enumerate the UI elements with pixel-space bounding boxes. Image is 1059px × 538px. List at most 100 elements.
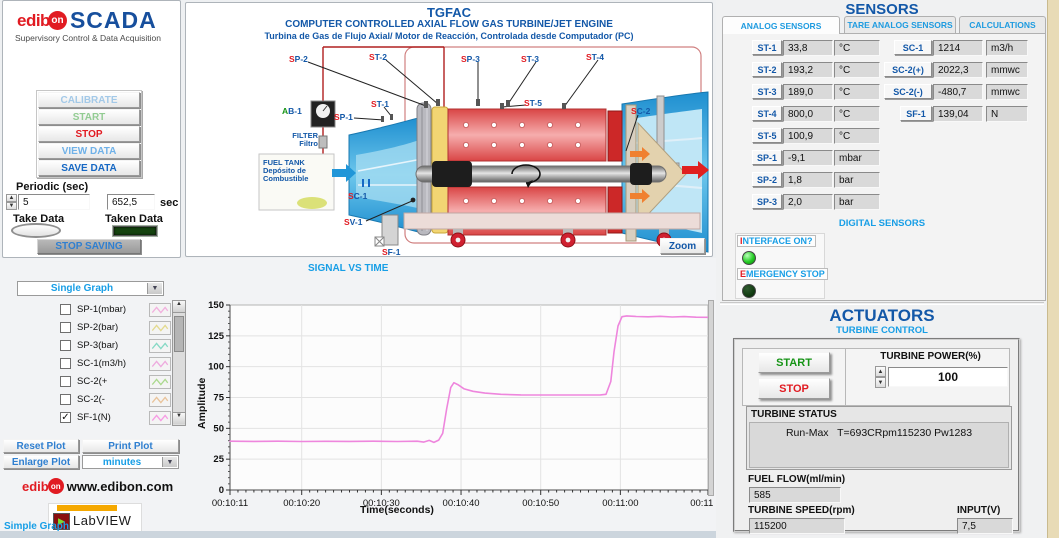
tab-analog-sensors[interactable]: ANALOG SENSORS: [722, 16, 840, 34]
legend-row-sp2: SP-2(bar): [60, 320, 171, 335]
legend-row-sc2m: SC-2(-: [60, 392, 171, 407]
legend-scrollbar[interactable]: ▲ ▼: [172, 300, 186, 426]
scroll-up-icon[interactable]: ▲: [173, 301, 185, 313]
view-data-button[interactable]: VIEW DATA: [38, 143, 140, 159]
fuel-flow-value: 585: [749, 487, 841, 503]
svg-text:00:10:50: 00:10:50: [522, 498, 559, 509]
stop-button[interactable]: STOP: [38, 126, 140, 142]
logo-tagline: Supervisory Control & Data Acquisition: [15, 33, 161, 43]
legend-label-sf1: SF-1(N): [77, 412, 149, 423]
sensor-tag-st5: ST-5: [752, 128, 782, 143]
svg-text:00:10:11: 00:10:11: [212, 498, 248, 509]
legend-checkbox-sf1[interactable]: ✓: [60, 412, 71, 423]
calibrate-button[interactable]: CALIBRATE: [38, 92, 140, 108]
turbine-speed-value: 115200: [749, 518, 845, 534]
svg-text:00:10:20: 00:10:20: [283, 498, 320, 509]
legend-swatch-sp2: [149, 321, 171, 335]
stepper-down-icon[interactable]: ▼: [6, 202, 17, 210]
sensor-tag-sp2: SP-2: [289, 54, 308, 64]
legend-swatch-sf1: [149, 411, 171, 425]
turbine-power-label: TURBINE POWER(%): [853, 351, 1008, 362]
stepper-down-icon[interactable]: ▼: [875, 377, 886, 388]
logo-text-edib: edib: [17, 11, 50, 31]
time-unit-value: minutes: [83, 457, 161, 468]
legend-checkbox-sc2m[interactable]: [60, 394, 71, 405]
sensor-tag-st4: ST-4: [586, 52, 604, 62]
enlarge-plot-button[interactable]: Enlarge Plot: [3, 455, 79, 469]
zoom-button[interactable]: Zoom: [660, 238, 705, 254]
sensor-unit-sp1: mbar: [834, 150, 880, 166]
website-link[interactable]: www.edibon.com: [67, 479, 173, 494]
turbine-stop-button[interactable]: STOP: [758, 378, 830, 399]
chart-scrollbar[interactable]: [708, 300, 714, 496]
sensor-tag-st1: ST-1: [371, 99, 389, 109]
sensor-value-sp2: 1,8: [783, 172, 833, 188]
sensor-value-sc1: 1214: [933, 40, 983, 56]
print-plot-button[interactable]: Print Plot: [82, 439, 179, 453]
legend-row-sp3: SP-3(bar): [60, 338, 171, 353]
legend-checkbox-sc1[interactable]: [60, 358, 71, 369]
sensor-unit-sc2-minus: mmwc: [986, 84, 1028, 100]
legend-checkbox-sc2p[interactable]: [60, 376, 71, 387]
interface-on-label: INTERFACE ON?: [737, 235, 816, 247]
stepper-up-icon[interactable]: ▲: [6, 194, 17, 202]
sensor-value-st3: 189,0: [783, 84, 833, 100]
sensor-unit-st1: °C: [834, 40, 880, 56]
chevron-down-icon[interactable]: ▼: [147, 283, 162, 294]
svg-text:0: 0: [219, 485, 224, 496]
reset-plot-button[interactable]: Reset Plot: [3, 439, 79, 453]
fuel-tank-label-es2: Combustible: [263, 174, 308, 183]
diagram-panel: TGFAC COMPUTER CONTROLLED AXIAL FLOW GAS…: [185, 2, 713, 257]
take-data-toggle[interactable]: [11, 223, 61, 238]
time-unit-dropdown[interactable]: minutes ▼: [82, 455, 179, 469]
legend-checkbox-sp1[interactable]: [60, 304, 71, 315]
interface-on-led: [742, 251, 756, 265]
legend-label-sc2m: SC-2(-: [77, 394, 149, 405]
bottom-strip: [0, 531, 716, 538]
sensor-tag-sf1: SF-1: [900, 106, 932, 121]
turbine-power-input[interactable]: 100: [888, 367, 1008, 387]
sensor-unit-st4: °C: [834, 106, 880, 122]
sensor-tag-sp3: SP-3: [461, 54, 480, 64]
tab-calculations[interactable]: CALCULATIONS: [959, 16, 1046, 33]
graph-mode-dropdown[interactable]: Single Graph ▼: [17, 281, 164, 296]
sensor-tag-sp3: SP-3: [752, 194, 782, 209]
legend-checkbox-sp2[interactable]: [60, 322, 71, 333]
stop-saving-button[interactable]: STOP SAVING: [37, 239, 141, 254]
turbine-start-button[interactable]: START: [758, 352, 830, 373]
start-button[interactable]: START: [38, 109, 140, 125]
sensor-tag-sv1: SV-1: [344, 217, 362, 227]
tab-tare-analog-sensors[interactable]: TARE ANALOG SENSORS: [844, 16, 956, 33]
legend-swatch-sp3: [149, 339, 171, 353]
sensor-value-st5: 100,9: [783, 128, 833, 144]
legend-checkbox-sp3[interactable]: [60, 340, 71, 351]
chevron-down-icon[interactable]: ▼: [162, 457, 177, 467]
signal-vs-time-title: SIGNAL VS TIME: [308, 263, 388, 274]
periodic-stepper[interactable]: ▲▼: [6, 194, 17, 210]
stepper-up-icon[interactable]: ▲: [875, 366, 886, 377]
svg-text:00:11:11: 00:11:11: [690, 498, 714, 509]
scrollbar-thumb[interactable]: [174, 316, 184, 352]
logo-text-scada: SCADA: [70, 7, 157, 34]
periodic-input[interactable]: 5: [18, 194, 90, 210]
sensors-actuators-panel: SENSORS ANALOG SENSORS TARE ANALOG SENSO…: [716, 0, 1048, 538]
sensor-value-sp1: -9,1: [783, 150, 833, 166]
scroll-down-icon[interactable]: ▼: [173, 412, 185, 424]
left-control-panel: edibonSCADA Supervisory Control & Data A…: [2, 0, 181, 258]
x-axis-title: Time(seconds): [360, 504, 434, 516]
legend-label-sc2p: SC-2(+: [77, 376, 149, 387]
sensor-tag-st3: ST-3: [521, 54, 539, 64]
svg-text:00:11:00: 00:11:00: [602, 498, 638, 509]
graph-mode-value: Single Graph: [18, 283, 146, 294]
sensor-value-st2: 193,2: [783, 62, 833, 78]
sec-label: sec: [160, 197, 178, 209]
input-voltage-label: INPUT(V): [957, 505, 1000, 516]
sensor-unit-sp2: bar: [834, 172, 880, 188]
signal-chart[interactable]: 025507510012515000:10:1100:10:2000:10:30…: [188, 296, 714, 510]
turbine-power-stepper[interactable]: ▲▼: [875, 366, 886, 388]
sensor-tag-sc2: SC-2: [631, 106, 650, 116]
footer-logo-circle-icon: on: [48, 478, 64, 494]
sensor-value-sf1: 139,04: [933, 106, 983, 122]
graph-area: SIGNAL VS TIME Single Graph ▼ SP-1(mbar)…: [0, 258, 716, 538]
save-data-button[interactable]: SAVE DATA: [38, 160, 140, 176]
